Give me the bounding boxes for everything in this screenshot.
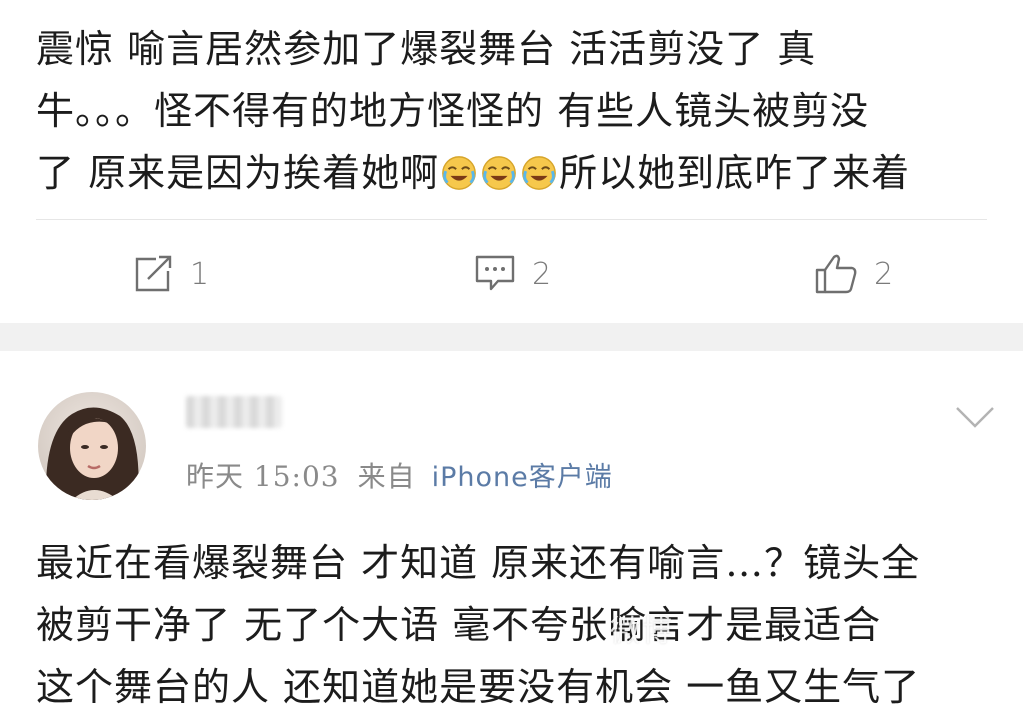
comment-button[interactable]: 2 xyxy=(474,248,551,300)
avatar[interactable] xyxy=(38,392,146,500)
comment-body: 最近在看爆裂舞台 才知道 原来还有喻言…？镜头全 被剪干净了 无了个大语 毫不夸… xyxy=(36,532,996,718)
comment-icon xyxy=(475,255,515,291)
repost-count: 1 xyxy=(190,256,210,292)
post-line: 牛。。。怪不得有的地方怪怪的 有些人镜头被剪没 xyxy=(36,89,870,133)
thumbs-up-icon xyxy=(815,254,857,294)
comment-count: 2 xyxy=(532,256,552,292)
repost-icon xyxy=(135,255,172,292)
chevron-down-icon[interactable] xyxy=(954,404,996,434)
source-link[interactable]: iPhone客户端 xyxy=(432,462,613,493)
laughing-crying-emoji-icon xyxy=(482,156,516,190)
divider xyxy=(36,219,987,220)
from-label: 来自 xyxy=(357,460,416,493)
watermark: 微博 xyxy=(610,614,674,649)
post-body: 震惊 喻言居然参加了爆裂舞台 活活剪没了 真 牛。。。怪不得有的地方怪怪的 有些… xyxy=(36,18,986,204)
post-line: 震惊 喻言居然参加了爆裂舞台 活活剪没了 真 xyxy=(36,27,817,71)
comment-line: 被剪干净了 无了个大语 毫不夸张喻言才是最适合 xyxy=(36,603,882,647)
comment-line: 最近在看爆裂舞台 才知道 原来还有喻言…？镜头全 xyxy=(36,541,921,585)
like-button[interactable]: 2 xyxy=(814,248,893,300)
avatar-photo-icon xyxy=(38,392,146,500)
username-blurred[interactable] xyxy=(186,396,282,428)
laughing-crying-emoji-icon xyxy=(522,156,556,190)
comment-time: 昨天 15:03 xyxy=(186,460,340,493)
post-line: 了 原来是因为挨着她啊 所以她到底咋了来着 xyxy=(36,142,986,204)
laughing-crying-emoji-icon xyxy=(442,156,476,190)
post-action-bar: 1 2 2 xyxy=(0,248,1023,300)
comment-meta: 昨天 15:03 来自 iPhone客户端 xyxy=(186,455,613,495)
post-line-text: 了 原来是因为挨着她啊 xyxy=(36,151,440,195)
section-separator xyxy=(0,323,1023,351)
repost-button[interactable]: 1 xyxy=(134,248,209,300)
post-line-text: 所以她到底咋了来着 xyxy=(559,151,911,195)
comment-line: 这个舞台的人 还知道她是要没有机会 一鱼又生气了 xyxy=(36,665,921,709)
like-count: 2 xyxy=(874,256,894,292)
